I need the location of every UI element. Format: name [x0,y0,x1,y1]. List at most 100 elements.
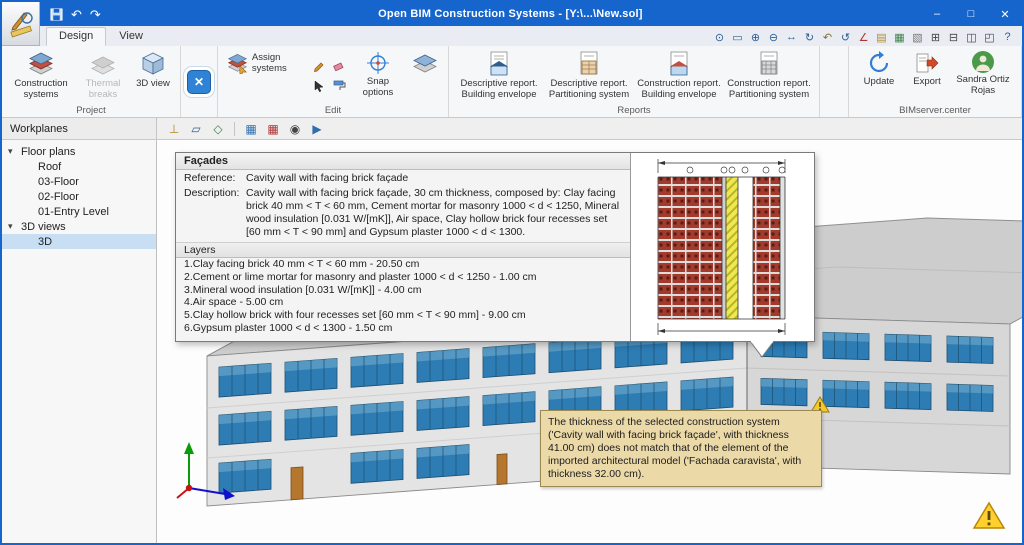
report-partitioning-icon [577,51,601,77]
user-avatar [972,51,994,73]
minimize-button[interactable]: – [920,2,954,26]
axes-icon[interactable]: ⊥ [165,120,183,138]
update-label: Update [864,77,895,88]
user-account-button[interactable]: Sandra Ortiz Rojas [951,49,1015,99]
group-label-bimserver: BIMserver.center [849,105,1021,116]
tree-label: 01-Entry Level [38,206,109,218]
section-icon[interactable]: ⊟ [945,29,962,45]
group-label-edit: Edit [218,105,448,116]
tree-node-floor-plans[interactable]: ▾ Floor plans [2,144,156,159]
orbit-view-icon[interactable]: ◇ [209,120,227,138]
tree-node-3d-views[interactable]: ▾ 3D views [2,219,156,234]
reference-label: Reference: [184,172,246,185]
workplanes-tree: ▾ Floor plans Roof 03-Floor 02-Floor 01-… [2,140,157,543]
thermal-breaks-label: Thermal breaks [78,79,128,101]
tree-node-01-entry-level[interactable]: 01-Entry Level [2,204,156,219]
zoom-window-icon[interactable]: ▭ [729,29,746,45]
descriptive-report-partitioning-label: Descriptive report. Partitioning system [547,79,631,101]
plane-view-icon[interactable]: ▱ [187,120,205,138]
snap-options-label: Snap options [352,77,404,99]
pan-icon[interactable]: ↔ [783,29,800,45]
ribbon-group-reports: Descriptive report. Building envelope De… [449,46,820,117]
popup-callout-tail [749,341,775,359]
cancel-button[interactable]: ✕ [187,70,211,94]
maximize-view-icon[interactable]: ◰ [981,29,998,45]
section-view-icon[interactable]: ▶ [308,120,326,138]
previous-view-icon[interactable]: ↶ [819,29,836,45]
layer-item: 6.Gypsum plaster 1000 < d < 1300 - 1.50 … [176,322,630,335]
tree-node-02-floor[interactable]: 02-Floor [2,189,156,204]
viewports-icon[interactable]: ◫ [963,29,980,45]
model-canvas[interactable]: Façades Reference: Cavity wall with faci… [157,140,1022,543]
export-label: Export [913,77,940,88]
visibility-icon[interactable]: ◉ [286,120,304,138]
report-envelope2-icon [667,51,691,77]
warning-indicator-icon[interactable] [972,501,1006,531]
tree-label: 03-Floor [38,176,79,188]
ribbon-spacer [820,46,848,117]
zoom-out-icon[interactable]: ⊖ [765,29,782,45]
orbit-icon[interactable]: ↻ [801,29,818,45]
undo-icon[interactable]: ↶ [71,8,82,21]
update-icon [867,51,891,75]
construction-system-popup: Façades Reference: Cavity wall with faci… [175,152,815,342]
construction-systems-icon [28,51,54,77]
descriptive-report-partitioning-button[interactable]: Descriptive report. Partitioning system [545,49,633,103]
cancel-tool-wrap: ✕ [181,46,218,117]
assign-systems-button[interactable]: Assign systems [224,49,308,79]
redraw-icon[interactable]: ↺ [837,29,854,45]
objects-icon[interactable]: ▦ [891,29,908,45]
layer-item: 2.Cement or lime mortar for masonry and … [176,271,630,284]
select-cursor-icon[interactable] [310,77,328,95]
tree-node-roof[interactable]: Roof [2,159,156,174]
grid-icon[interactable]: ⊞ [927,29,944,45]
description-value: Cavity wall with facing brick façade, 30… [246,187,622,239]
construction-report-partitioning-button[interactable]: Construction report. Partitioning system [725,49,813,103]
thermal-breaks-button[interactable]: Thermal breaks [76,49,130,103]
app-window: ↶ ↷ Open BIM Construction Systems - [Y:\… [0,0,1024,545]
zoom-in-icon[interactable]: ⊕ [747,29,764,45]
tree-node-3d[interactable]: 3D [2,234,156,249]
construction-report-partitioning-label: Construction report. Partitioning system [727,79,811,101]
paint-roller-icon[interactable] [330,77,348,95]
app-logo[interactable] [2,2,40,46]
window-title: Open BIM Construction Systems - [Y:\...\… [101,8,920,20]
wireframe-view-icon[interactable]: ▦ [264,120,282,138]
edges-icon[interactable]: ▧ [909,29,926,45]
construction-report-envelope-button[interactable]: Construction report. Building envelope [635,49,723,103]
ribbon-group-edit: Assign systems [218,46,449,117]
thermal-breaks-icon [90,51,116,77]
report-envelope-icon [487,51,511,77]
help-icon[interactable]: ? [999,29,1016,45]
3d-view-label: 3D view [136,79,170,90]
construction-systems-button[interactable]: Construction systems [8,49,74,103]
search-icon[interactable]: ⊙ [711,29,728,45]
ribbon-group-bimserver: Update Export S [848,46,1022,117]
assign-systems-label: Assign systems [252,53,305,75]
snap-options-button[interactable]: Snap options [350,49,406,101]
canvas-toolbar: ⊥ ▱ ◇ ▦ ▦ ◉ ▶ [157,118,326,139]
chevron-down-icon[interactable]: ▾ [8,146,21,157]
maximize-button[interactable]: □ [954,2,988,26]
close-button[interactable]: ✕ [988,2,1022,26]
edit-layers-tool-button[interactable] [408,49,442,79]
export-button[interactable]: Export [905,49,949,90]
redo-icon[interactable]: ↷ [90,8,101,21]
erase-icon[interactable] [330,57,348,75]
tab-view[interactable]: View [106,27,156,46]
layers-stack-icon [412,51,438,77]
quick-access-toolbar: ↶ ↷ [50,8,101,21]
measure-icon[interactable]: ∠ [855,29,872,45]
group-label-project: Project [2,105,180,116]
save-icon[interactable] [50,8,63,21]
ribbon-tab-row: Design View ⊙ ▭ ⊕ ⊖ ↔ ↻ ↶ ↺ ∠ ▤ ▦ ▧ ⊞ ⊟ … [2,26,1022,46]
textures-view-icon[interactable]: ▦ [242,120,260,138]
3d-view-button[interactable]: 3D view [132,49,174,92]
edit-pencil-icon[interactable] [310,57,328,75]
chevron-down-icon[interactable]: ▾ [8,221,21,232]
descriptive-report-envelope-button[interactable]: Descriptive report. Building envelope [455,49,543,103]
update-button[interactable]: Update [855,49,903,90]
tab-design[interactable]: Design [46,27,106,46]
layers-icon[interactable]: ▤ [873,29,890,45]
tree-node-03-floor[interactable]: 03-Floor [2,174,156,189]
